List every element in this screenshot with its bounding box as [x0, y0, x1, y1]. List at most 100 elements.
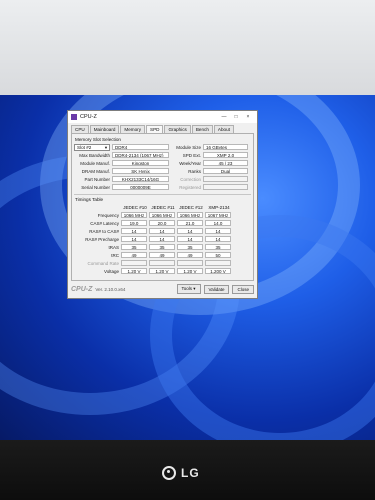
timings-cell: 49: [121, 251, 147, 259]
timings-row-frequency: Frequency 1066 MHz 1066 MHz 1066 MHz 106…: [74, 211, 251, 219]
chevron-down-icon: ▾: [193, 286, 196, 291]
timings-cell: 49: [177, 251, 203, 259]
timings-cell: [205, 259, 231, 267]
timings-cell: 1067 MHz: [205, 211, 231, 219]
timings-title: Timings Table: [75, 197, 104, 202]
close-button[interactable]: Close: [232, 284, 254, 294]
timings-cell: 14: [177, 227, 203, 235]
serial-number-label: Serial Number: [81, 184, 110, 190]
registered-value: [203, 183, 248, 191]
window-footer: CPU-Z Ver. 2.10.0.x64 Tools ▾ Validate C…: [68, 281, 257, 294]
tab-mainboard[interactable]: Mainboard: [89, 125, 120, 133]
timings-cell: 35: [121, 243, 147, 251]
memory-type-value: DDR4: [112, 143, 169, 151]
week-year-label: Week/Year: [179, 160, 201, 166]
timings-cell: 35: [177, 243, 203, 251]
dram-manuf-label: DRAM Manuf.: [81, 168, 110, 174]
validate-button[interactable]: Validate: [203, 284, 230, 294]
version-text: Ver. 2.10.0.x64: [95, 286, 126, 292]
max-bandwidth-label: Max Bandwidth: [79, 152, 110, 158]
tab-cpu[interactable]: CPU: [71, 125, 89, 133]
timings-cell: [121, 259, 147, 267]
timings-col-header: XMP-2134: [208, 204, 230, 210]
timings-cell: 14.0: [205, 219, 231, 227]
tab-about[interactable]: About: [213, 125, 234, 133]
close-window-button[interactable]: ×: [242, 114, 254, 120]
module-size-value: 16 GBytes: [203, 143, 248, 151]
timings-cell: 20.0: [149, 219, 175, 227]
timings-col-header: JEDEC #10: [123, 204, 147, 210]
tab-graphics[interactable]: Graphics: [164, 125, 191, 133]
monitor-logo: LG: [162, 466, 200, 480]
dram-manuf-value: SK Hynix: [112, 167, 169, 175]
timings-cell: 1.20 V: [149, 267, 175, 275]
week-year-value: 45 / 23: [203, 159, 248, 167]
timings-cell: [149, 259, 175, 267]
module-size-label: Module Size: [176, 144, 201, 150]
timings-row-ras-to-cas: RAS# to CAS# 14 14 14 14: [74, 227, 251, 235]
timings-cell: 1.20 V: [121, 267, 147, 275]
tab-memory[interactable]: Memory: [120, 125, 146, 133]
timings-cell: 50: [205, 251, 231, 259]
timings-row-trc: tRC 49 49 49 50: [74, 251, 251, 259]
timings-col-header: JEDEC #11: [151, 204, 175, 210]
chevron-down-icon: ▼: [104, 144, 108, 150]
slot-dropdown-value: Slot #2: [77, 144, 92, 150]
maximize-button[interactable]: □: [230, 114, 242, 120]
timings-row-command-rate: Command Rate: [74, 259, 251, 267]
spd-panel: Memory Slot Selection Slot #2 ▼ DDR4 Mod…: [71, 133, 254, 281]
timings-cell: 19.0: [121, 219, 147, 227]
spd-ext-value: XMP 2.0: [203, 151, 248, 159]
timings-cell: 14: [121, 227, 147, 235]
module-manuf-value: Kingston: [112, 159, 169, 167]
registered-label: Registered: [179, 184, 201, 190]
timings-row-label: tRC: [111, 252, 119, 258]
timings-row-label: RAS# to CAS#: [89, 228, 119, 234]
ranks-label: Ranks: [188, 168, 201, 174]
timings-row-ras-precharge: RAS# Precharge 14 14 14 14: [74, 235, 251, 243]
module-manuf-label: Module Manuf.: [80, 160, 110, 166]
timings-cell: 35: [205, 243, 231, 251]
timings-cell: 1066 MHz: [121, 211, 147, 219]
timings-row-label: RAS# Precharge: [85, 236, 119, 242]
timings-table: Timings Table JEDEC #10 JEDEC #11 JEDEC …: [74, 194, 251, 275]
cpuz-brand-logo: CPU-Z: [71, 285, 93, 293]
timings-cell: 1.200 V: [205, 267, 231, 275]
minimize-button[interactable]: —: [218, 114, 230, 120]
spd-ext-label: SPD Ext.: [182, 152, 201, 158]
timings-row-label: Voltage: [103, 268, 119, 274]
timings-cell: 14: [149, 227, 175, 235]
slot-dropdown[interactable]: Slot #2 ▼: [74, 143, 110, 151]
tab-spd[interactable]: SPD: [146, 125, 164, 133]
timings-row-label: CAS# Latency: [90, 220, 119, 226]
title-bar[interactable]: CPU-Z — □ ×: [68, 111, 257, 123]
correction-label: Correction: [180, 176, 201, 182]
timings-row-tras: tRAS 35 35 35 35: [74, 243, 251, 251]
tools-button-label: Tools: [181, 286, 193, 291]
tools-button[interactable]: Tools ▾: [176, 284, 201, 294]
timings-cell: 14: [205, 227, 231, 235]
serial-number-value: 0000009E: [112, 183, 169, 191]
max-bandwidth-value: DDR4-2134 (1067 MHz): [112, 151, 169, 159]
timings-cell: 1066 MHz: [149, 211, 175, 219]
monitor-bezel-top: [0, 0, 375, 95]
timings-row-label: Frequency: [97, 212, 119, 218]
tab-bench[interactable]: Bench: [191, 125, 213, 133]
timings-row-cas-latency: CAS# Latency 19.0 20.0 21.0 14.0: [74, 219, 251, 227]
timings-cell: 35: [149, 243, 175, 251]
timings-cell: 1.20 V: [177, 267, 203, 275]
timings-row-label: Command Rate: [87, 260, 119, 266]
timings-cell: 14: [177, 235, 203, 243]
timings-cell: 14: [205, 235, 231, 243]
timings-cell: 21.0: [177, 219, 203, 227]
correction-value: [203, 175, 248, 183]
part-number-label: Part Number: [84, 176, 110, 182]
ranks-value: Dual: [203, 167, 248, 175]
timings-cell: 14: [121, 235, 147, 243]
timings-cell: 49: [149, 251, 175, 259]
timings-row-voltage: Voltage 1.20 V 1.20 V 1.20 V 1.200 V: [74, 267, 251, 275]
lg-logo-icon: [162, 466, 176, 480]
cpuz-app-icon: [71, 114, 77, 120]
lg-logo-text: LG: [181, 466, 200, 480]
timings-cell: 14: [149, 235, 175, 243]
